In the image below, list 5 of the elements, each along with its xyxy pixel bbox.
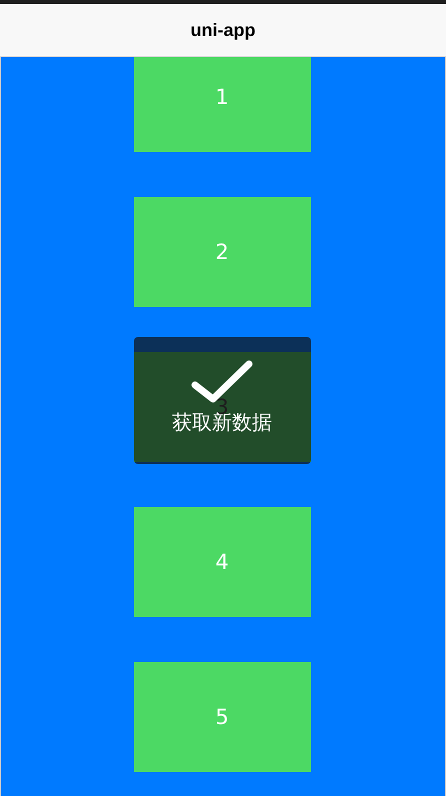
item-number: 4: [215, 550, 229, 574]
item-number: 2: [215, 240, 229, 264]
item-number: 1: [215, 85, 229, 109]
page-title: uni-app: [190, 20, 256, 40]
item-number: 5: [215, 705, 229, 729]
